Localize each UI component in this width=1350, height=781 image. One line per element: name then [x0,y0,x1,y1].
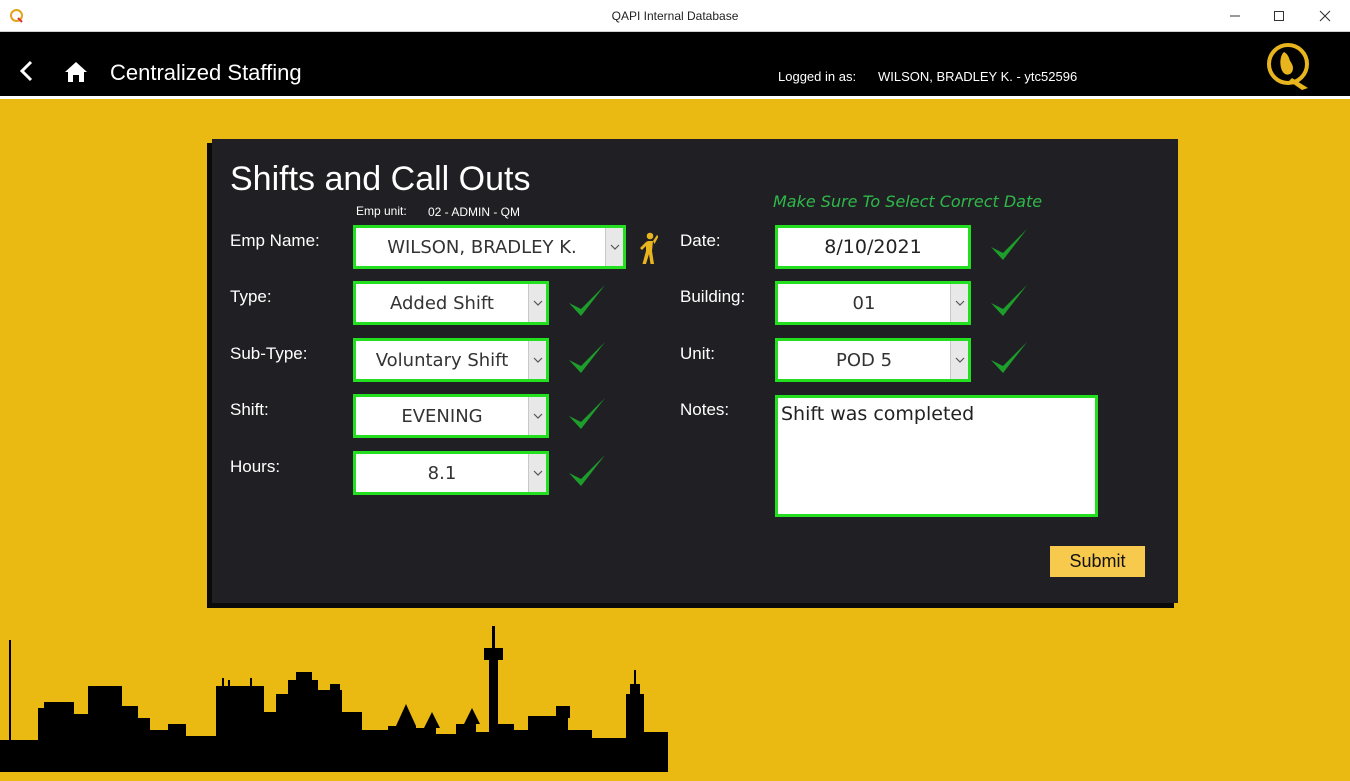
shift-label: Shift: [230,400,269,419]
back-icon[interactable] [14,58,40,84]
form-title: Shifts and Call Outs [230,160,531,198]
window-titlebar: QAPI Internal Database [0,0,1350,32]
unit-select[interactable]: POD 5 [775,338,971,382]
hours-select[interactable]: 8.1 [353,451,549,495]
date-label: Date: [680,231,721,250]
minimize-icon [1230,15,1240,17]
close-icon [1319,10,1331,22]
shift-valid-check-icon [569,398,605,429]
maximize-button[interactable] [1256,0,1302,32]
emp-name-value: WILSON, BRADLEY K. [387,236,577,258]
type-valid-check-icon [569,285,605,316]
maximize-icon [1274,11,1284,21]
emp-name-select[interactable]: WILSON, BRADLEY K. [353,225,626,269]
date-input[interactable]: 8/10/2021 [775,225,971,269]
chevron-down-icon [533,300,542,306]
hours-value: 8.1 [427,462,457,484]
window-title: QAPI Internal Database [611,9,739,23]
chevron-down-icon [533,357,542,363]
building-dropdown-button[interactable] [950,284,968,322]
hours-valid-check-icon [569,455,605,486]
type-select[interactable]: Added Shift [353,281,549,325]
chevron-down-icon [533,470,542,476]
home-icon[interactable] [62,59,90,85]
shift-value: EVENING [401,405,483,427]
sub-type-valid-check-icon [569,342,605,373]
notes-textarea[interactable]: Shift was completed [775,395,1098,517]
logged-in-label: Logged in as: [778,69,857,84]
emp-unit-value: 02 - ADMIN - QM [428,205,521,219]
emp-unit-label: Emp unit: [356,204,407,218]
sub-type-select[interactable]: Voluntary Shift [353,338,549,382]
unit-dropdown-button[interactable] [950,341,968,379]
chevron-down-icon [533,413,542,419]
chevron-down-icon [955,300,964,306]
type-label: Type: [230,287,272,306]
building-label: Building: [680,287,746,306]
submit-button[interactable]: Submit [1050,546,1145,577]
emp-name-label: Emp Name: [230,231,320,250]
chevron-down-icon [610,244,619,250]
hours-label: Hours: [230,457,281,476]
logged-in-user: WILSON, BRADLEY K. - ytc52596 [878,69,1078,84]
unit-valid-check-icon [991,342,1027,373]
shift-select[interactable]: EVENING [353,394,549,438]
sub-type-value: Voluntary Shift [375,349,509,371]
building-valid-check-icon [991,285,1027,316]
sub-type-label: Sub-Type: [230,344,308,363]
building-value: 01 [852,292,876,314]
type-value: Added Shift [390,292,494,314]
close-button[interactable] [1302,0,1348,32]
building-select[interactable]: 01 [775,281,971,325]
type-dropdown-button[interactable] [528,284,546,322]
chevron-down-icon [955,357,964,363]
date-reminder-note: Make Sure To Select Correct Date [773,192,1043,211]
shift-dropdown-button[interactable] [528,397,546,435]
emp-name-dropdown-button[interactable] [605,228,623,266]
city-skyline-illustration [0,626,668,772]
unit-value: POD 5 [835,349,893,371]
employee-person-icon[interactable] [636,232,658,266]
page-title: Centralized Staffing [110,60,302,85]
date-value: 8/10/2021 [824,236,922,258]
minimize-button[interactable] [1212,0,1258,32]
app-header: Centralized Staffing Logged in as: WILSO… [0,32,1350,98]
unit-label: Unit: [680,344,715,363]
q-logo [1267,43,1309,90]
date-valid-check-icon [991,229,1027,260]
sub-type-dropdown-button[interactable] [528,341,546,379]
hours-dropdown-button[interactable] [528,454,546,492]
notes-label: Notes: [680,400,730,419]
